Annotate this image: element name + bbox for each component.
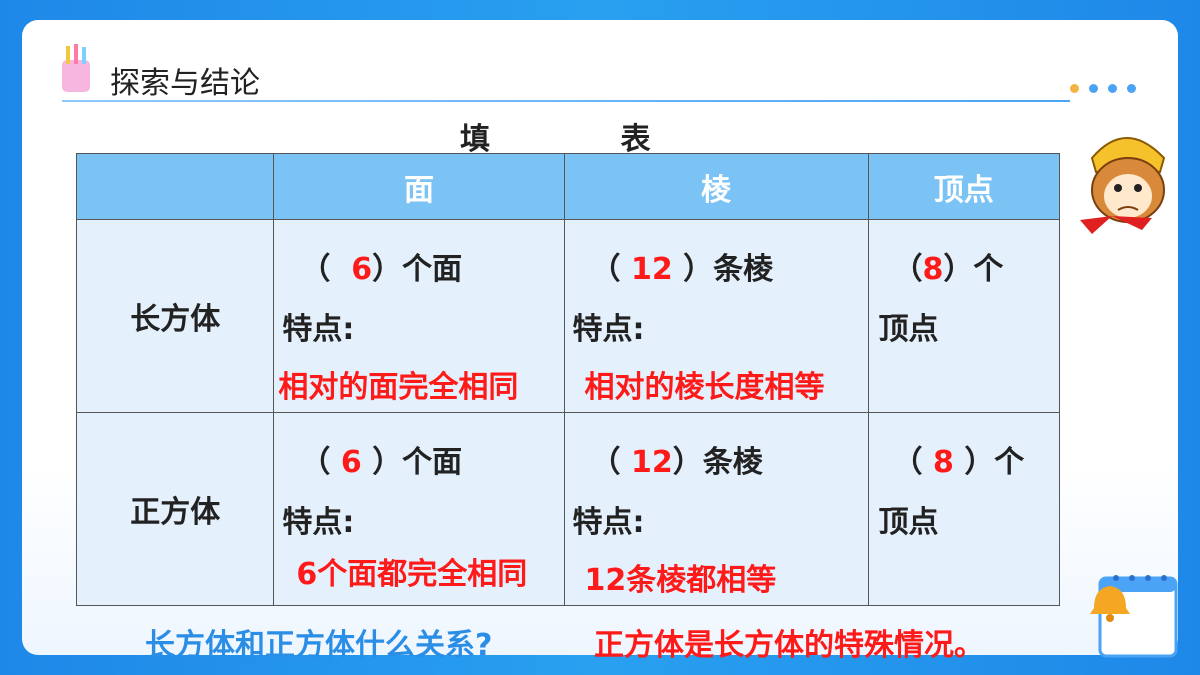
paren: （ bbox=[300, 252, 331, 287]
face-number: 6 bbox=[351, 252, 373, 287]
edge-number: 12 bbox=[630, 445, 673, 480]
header-edge: 棱 bbox=[563, 153, 869, 220]
edge-number: 12 bbox=[630, 252, 673, 287]
monkey-mascot-icon bbox=[1080, 137, 1166, 234]
face-cell: （ 6 ）个面 特点: 6个面都完全相同 bbox=[273, 412, 565, 606]
vertex-number: 8 bbox=[932, 445, 954, 480]
face-unit: ）个面 bbox=[372, 252, 463, 287]
header-vertex: 顶点 bbox=[867, 153, 1061, 220]
vertex-label: 顶点 bbox=[878, 312, 939, 347]
vertex-count: （8）个 bbox=[893, 244, 1004, 288]
feature-label: 特点: bbox=[282, 505, 355, 540]
page-title: 探索与结论 bbox=[110, 66, 260, 101]
table-row: 正方体 （ 6 ）个面 特点: 6个面都完全相同 （ 12）条棱 特点: 12条… bbox=[75, 412, 1061, 606]
edge-unit: ）条棱 bbox=[683, 252, 774, 287]
vertex-unit: ）个 bbox=[943, 252, 1004, 287]
vertex-label: 顶点 bbox=[878, 505, 939, 540]
vertex-number: 8 bbox=[922, 252, 944, 287]
table-row: 长方体 （ 6）个面 特点: 相对的面完全相同 （ 12 ）条棱 特点: 相对的… bbox=[75, 219, 1061, 413]
edge-unit: ）条棱 bbox=[672, 445, 763, 480]
dot bbox=[1070, 84, 1079, 93]
relation-answer: 正方体是长方体的特殊情况。 bbox=[594, 628, 984, 663]
dot bbox=[1089, 84, 1098, 93]
edge-cell: （ 12 ）条棱 特点: 相对的棱长度相等 bbox=[563, 219, 869, 413]
vertex-unit: ）个 bbox=[964, 445, 1025, 480]
face-cell: （ 6）个面 特点: 相对的面完全相同 bbox=[273, 219, 565, 413]
feature-label: 特点: bbox=[572, 505, 645, 540]
dot bbox=[1127, 84, 1136, 93]
calendar-bell-icon bbox=[1090, 575, 1178, 658]
vertex-count: （ 8 ）个 bbox=[893, 437, 1025, 481]
dot bbox=[1108, 84, 1117, 93]
feature-label: 特点: bbox=[572, 312, 645, 347]
vertex-cell: （ 8 ）个 顶点 bbox=[867, 412, 1061, 606]
face-unit: ）个面 bbox=[372, 445, 463, 480]
vertex-cell: （8）个 顶点 bbox=[867, 219, 1061, 413]
edge-cell: （ 12）条棱 特点: 12条棱都相等 bbox=[563, 412, 869, 606]
pencil-holder-icon bbox=[62, 44, 90, 92]
decorative-dots bbox=[1070, 84, 1136, 93]
face-number: 6 bbox=[340, 445, 362, 480]
row-label: 正方体 bbox=[75, 412, 275, 606]
row-label: 长方体 bbox=[75, 219, 275, 413]
comparison-table: 面 棱 顶点 长方体 （ 6）个面 特点: 相对的面完全相同 （ 12 ）条棱 … bbox=[75, 153, 1061, 606]
feature-label: 特点: bbox=[282, 312, 355, 347]
paren: （ bbox=[590, 445, 621, 480]
paren: （ bbox=[300, 445, 331, 480]
header-face: 面 bbox=[273, 153, 565, 220]
paren: （ bbox=[590, 252, 621, 287]
feature-text: 相对的棱长度相等 bbox=[584, 370, 825, 405]
header-divider bbox=[62, 100, 1070, 102]
table-header-row: 面 棱 顶点 bbox=[75, 153, 1061, 220]
feature-text: 6个面都完全相同 bbox=[296, 557, 528, 592]
face-count: （ 6 ）个面 bbox=[300, 437, 462, 481]
edge-count: （ 12）条棱 bbox=[591, 437, 763, 481]
header-empty bbox=[75, 153, 275, 220]
face-count: （ 6）个面 bbox=[300, 244, 462, 288]
feature-text: 12条棱都相等 bbox=[584, 563, 777, 598]
edge-count: （ 12 ）条棱 bbox=[591, 244, 774, 288]
paren: （ bbox=[892, 445, 923, 480]
table-title: 填 表 bbox=[460, 122, 711, 157]
paren: （ bbox=[892, 252, 923, 287]
relation-question: 长方体和正方体什么关系? bbox=[145, 628, 493, 663]
feature-text: 相对的面完全相同 bbox=[278, 370, 519, 405]
